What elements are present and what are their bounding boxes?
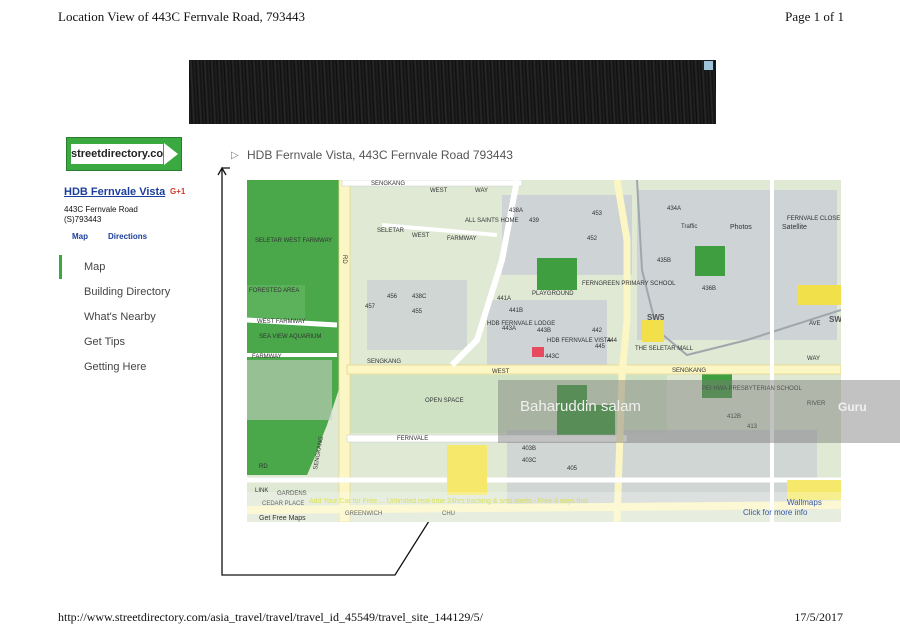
- map-ad-text[interactable]: Add Your Car for Free ... Unlimited real…: [309, 498, 588, 505]
- road-label: WEST FARMWAY: [257, 319, 306, 325]
- road-label: WEST: [412, 233, 430, 239]
- block-label: 442: [592, 328, 603, 334]
- get-free-maps-link[interactable]: Get Free Maps: [259, 515, 306, 522]
- poi-label: SEA VIEW AQUARIUM: [259, 334, 321, 340]
- satellite-toggle[interactable]: Satellite: [782, 224, 807, 231]
- more-info-link[interactable]: Click for more info: [743, 508, 808, 517]
- sengkang-west-road: [338, 180, 351, 522]
- block-label: 441B: [509, 308, 523, 314]
- target-location-marker[interactable]: [532, 347, 544, 357]
- block-label: 438A: [509, 208, 523, 214]
- road-label: WEST: [492, 369, 510, 375]
- block-label: 444: [607, 338, 618, 344]
- block-label: 403B: [522, 446, 536, 452]
- road-label: WAY: [475, 188, 488, 194]
- road-label: SELETAR WEST FARMWAY: [255, 238, 332, 244]
- block-label: 443B: [537, 328, 551, 334]
- poi-label: FERNGREEN PRIMARY SCHOOL: [582, 281, 676, 287]
- poi-label: PLAYGROUND: [532, 291, 574, 297]
- block-label: 443C: [545, 354, 560, 360]
- block-label: 403C: [522, 458, 537, 464]
- road-label: SENGKANG: [371, 181, 405, 187]
- block-label: 438C: [412, 294, 427, 300]
- road-label: FERNVALE CLOSE: [787, 216, 840, 222]
- street-map[interactable]: WEST WAY SENGKANG SELETAR WEST FARMWAY S…: [247, 180, 841, 522]
- poi-label: ALL SAINTS HOME: [465, 218, 518, 224]
- road-label: AVE: [809, 321, 821, 327]
- block-label: 434A: [667, 206, 681, 212]
- road-label: FARMWAY: [252, 354, 282, 360]
- road-label: RD: [341, 255, 347, 264]
- map-view[interactable]: WEST WAY SENGKANG SELETAR WEST FARMWAY S…: [247, 180, 841, 522]
- road-label: WEST: [430, 188, 448, 194]
- block-label: 445: [595, 344, 606, 350]
- print-footer-date: 17/5/2017: [794, 610, 843, 624]
- block-label: 436B: [702, 286, 716, 292]
- wallmaps-link[interactable]: Wallmaps: [787, 498, 822, 507]
- road-label: FARMWAY: [447, 236, 477, 242]
- block-label: 456: [387, 294, 398, 300]
- print-footer-url: http://www.streetdirectory.com/asia_trav…: [58, 610, 483, 624]
- block-label: 455: [412, 309, 423, 315]
- poi-label: THE SELETAR MALL: [635, 346, 694, 352]
- block-label: 457: [365, 304, 376, 310]
- block-label: 443A: [502, 326, 516, 332]
- road-label: WAY: [807, 356, 820, 362]
- area-label: OPEN SPACE: [425, 398, 464, 404]
- station-label: SW5: [647, 313, 665, 322]
- block-label: 405: [567, 466, 578, 472]
- poi-label: HDB FERNVALE LODGE: [487, 321, 555, 327]
- photos-toggle[interactable]: Photos: [730, 224, 752, 231]
- station-label: SW: [829, 315, 841, 324]
- road-label: RD: [259, 464, 268, 470]
- block-label: 453: [592, 211, 603, 217]
- playground-park: [537, 258, 577, 290]
- road-label: SELETAR: [377, 228, 405, 234]
- traffic-toggle[interactable]: Traffic: [681, 224, 697, 230]
- watermark-name: Baharuddin salam: [520, 398, 641, 415]
- watermark-overlay: Baharuddin salam Guru: [498, 380, 900, 443]
- block-label: 435B: [657, 258, 671, 264]
- guru-logo: Guru: [838, 400, 867, 414]
- area-label: FORESTED AREA: [249, 288, 299, 294]
- road-label: FERNVALE: [397, 436, 428, 442]
- block-label: 441A: [497, 296, 511, 302]
- road-label: SENGKANG: [367, 359, 401, 365]
- block-label: 439: [529, 218, 540, 224]
- block-label: 452: [587, 236, 598, 242]
- road-label: SENGKANG: [672, 368, 706, 374]
